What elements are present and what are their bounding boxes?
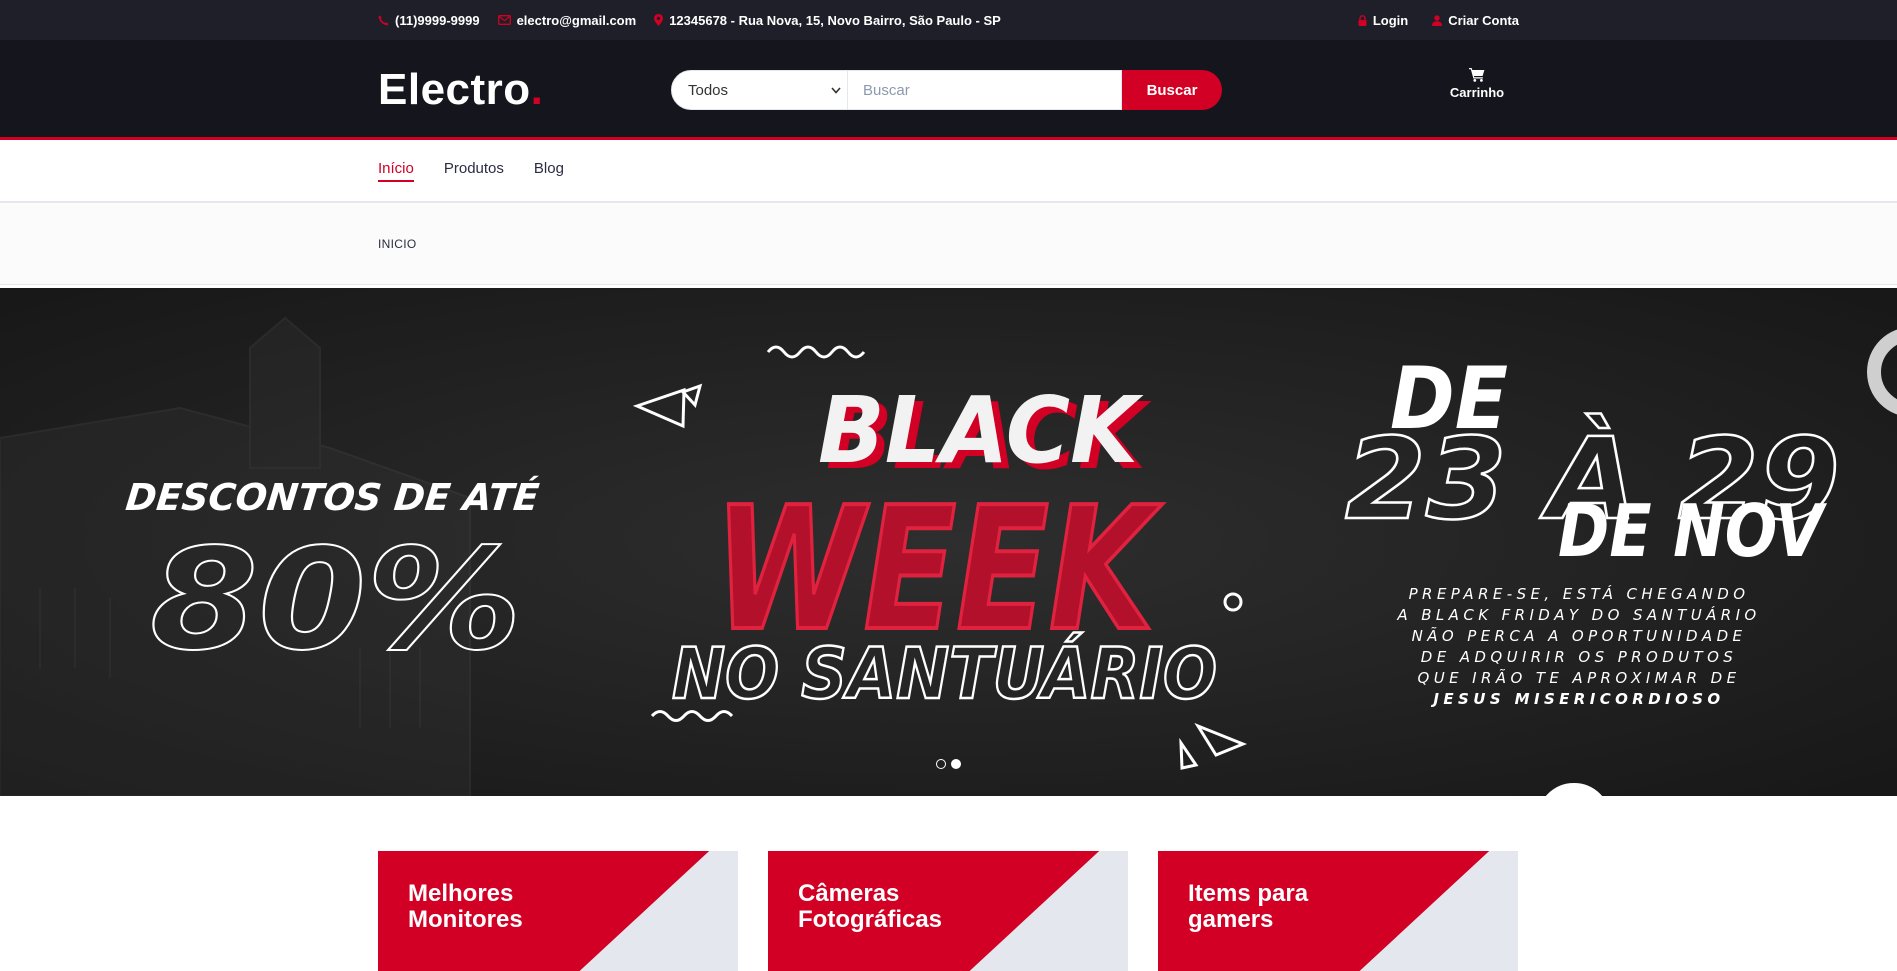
shop-card-title-line2: Fotográficas — [798, 906, 943, 933]
search-placeholder: Buscar — [863, 81, 910, 99]
logo-dot: . — [530, 65, 544, 114]
hero-text-line-4: DE ADQUIRIR OS PRODUTOS — [1421, 648, 1737, 666]
shop-card-title: Câmeras Fotográficas — [798, 881, 1028, 933]
hero-banner[interactable]: DESCONTOS DE ATÉ 80% BLACK BLACK WEEK NO… — [0, 288, 1897, 796]
contact-links: (11)9999-9999 electro@gmail.com 12345678… — [378, 13, 1001, 28]
hero-text-line-6: JESUS MISERICORDIOSO — [1430, 690, 1724, 708]
search-form: Todos Buscar Buscar — [671, 70, 1222, 110]
nav-item-produtos[interactable]: Produtos — [444, 160, 504, 182]
hero-month: DE NOV — [1558, 489, 1828, 573]
shop-card-title: Items para gamers — [1188, 881, 1418, 933]
lock-icon — [1358, 14, 1367, 26]
shop-card-title: Melhores Monitores — [408, 881, 638, 933]
map-marker-icon — [654, 14, 664, 26]
cart-icon — [1469, 68, 1485, 82]
top-bar: (11)9999-9999 electro@gmail.com 12345678… — [0, 0, 1897, 40]
shop-card-title-line1: Items para — [1188, 880, 1309, 907]
search-input[interactable]: Buscar — [848, 70, 1122, 110]
logo-text: Electro — [378, 65, 531, 114]
logo[interactable]: Electro. — [378, 65, 671, 115]
email-link[interactable]: electro@gmail.com — [497, 12, 637, 28]
hero-text-line-5: QUE IRÃO TE APROXIMAR DE — [1418, 668, 1741, 687]
create-account-link[interactable]: Criar Conta — [1432, 13, 1519, 28]
user-icon — [1432, 14, 1443, 26]
email-text: electro@gmail.com — [516, 12, 637, 28]
shop-card-title-line1: Melhores — [408, 880, 514, 907]
cart-label: Carrinho — [1449, 85, 1505, 100]
hero-black: BLACK — [818, 377, 1143, 484]
create-account-label: Criar Conta — [1448, 12, 1519, 28]
breadcrumb: INICIO — [0, 203, 1897, 285]
phone-text: (11)9999-9999 — [395, 12, 480, 28]
category-select-value: Todos — [688, 81, 729, 99]
hero-text-line-1: PREPARE-SE, ESTÁ CHEGANDO — [1409, 584, 1750, 603]
hero-text-line-2: A BLACK FRIDAY DO SANTUÁRIO — [1396, 605, 1760, 624]
chevron-down-icon — [831, 86, 841, 94]
carousel-dot-2[interactable] — [951, 759, 961, 769]
phone-icon — [378, 15, 389, 25]
carousel-dot-1[interactable] — [936, 759, 946, 769]
breadcrumb-current: INICIO — [378, 237, 417, 251]
carousel-dots — [936, 759, 961, 769]
shop-card-title-line2: Monitores — [408, 906, 523, 933]
login-link[interactable]: Login — [1358, 13, 1408, 28]
address-text: 12345678 - Rua Nova, 15, Novo Bairro, Sã… — [669, 12, 1001, 28]
shop-card-title-line1: Câmeras — [798, 880, 900, 907]
login-label: Login — [1372, 12, 1409, 28]
hero-left-heading: DESCONTOS DE ATÉ — [124, 475, 541, 519]
shop-card-gamers[interactable]: Items para gamers — [1158, 851, 1518, 971]
shop-card-monitores[interactable]: Melhores Monitores — [378, 851, 738, 971]
account-links: Login Criar Conta — [1352, 13, 1519, 28]
hero-left-percent: 80% — [150, 519, 522, 682]
shop-categories: Melhores Monitores Câmeras Fotográficas … — [378, 851, 1519, 971]
main-navigation: Início Produtos Blog — [0, 140, 1897, 203]
hero-text-line-3: NÃO PERCA A OPORTUNIDADE — [1412, 626, 1747, 645]
address-link[interactable]: 12345678 - Rua Nova, 15, Novo Bairro, Sã… — [654, 13, 1001, 28]
category-select[interactable]: Todos — [671, 70, 848, 110]
nav-item-inicio[interactable]: Início — [378, 160, 414, 182]
search-button[interactable]: Buscar — [1122, 70, 1222, 110]
main-header: Electro. Todos Buscar Buscar Carrinho — [0, 40, 1897, 140]
hero-artwork: DESCONTOS DE ATÉ 80% BLACK BLACK WEEK NO… — [0, 288, 1897, 796]
shop-card-cameras[interactable]: Câmeras Fotográficas — [768, 851, 1128, 971]
hero-no-santuario: NO SANTUÁRIO — [672, 633, 1217, 715]
circle-decoration — [1545, 783, 1603, 796]
envelope-icon — [497, 15, 511, 25]
cart-button[interactable]: Carrinho — [1447, 67, 1507, 100]
phone-link[interactable]: (11)9999-9999 — [378, 13, 480, 28]
shop-card-title-line2: gamers — [1188, 906, 1274, 933]
nav-item-blog[interactable]: Blog — [534, 160, 564, 182]
